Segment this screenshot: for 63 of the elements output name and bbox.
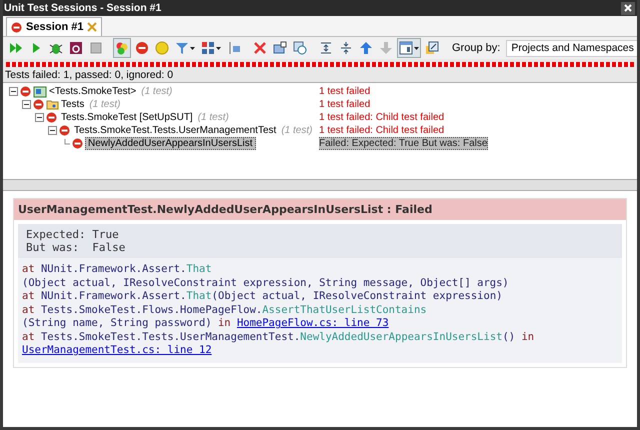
collapse-all-icon (339, 41, 353, 55)
group-by-dropdown[interactable]: Projects and Namespaces (506, 40, 637, 56)
stack-trace-line: at Tests.SmokeTest.Tests.UserManagementTest.NewlyAddedUserAppearsInUsersList() in (22, 330, 536, 344)
collapse-icon[interactable] (9, 87, 18, 96)
failed-icon (59, 125, 70, 136)
status-dots-icon (115, 41, 129, 55)
session-tab[interactable]: Session #1 (6, 17, 102, 36)
run-all-icon (9, 41, 23, 55)
stack-trace-line: at NUnit.Framework.Assert.That(Object actual, IResolveConstraint expression) (22, 290, 504, 304)
caret-icon (414, 46, 419, 50)
failure-message: Expected: True But was: False (18, 224, 622, 258)
test-name[interactable]: <Tests.SmokeTest> (47, 86, 138, 97)
test-result: 1 test failed: Child test failed (319, 125, 444, 136)
test-name[interactable]: NewlyAddedUserAppearsInUsersList (85, 137, 256, 150)
test-count: (1 test) (89, 99, 120, 110)
test-count: (1 test) (281, 125, 312, 136)
test-result: Failed: Expected: True But was: False (319, 137, 488, 150)
test-count: (1 test) (198, 112, 229, 123)
grid-icon (201, 41, 215, 55)
source-link[interactable]: UserManagementTest.cs: line 12 (22, 344, 212, 356)
stack-trace-line: at Tests.SmokeTest.Flows.HomePageFlow.AssertThatUserListContains (22, 304, 428, 317)
stack-trace-line: (String name, String password) in HomePageFlow.cs: line 73 (22, 317, 390, 330)
stack-trace-line: (Object actual, IResolveConstraint expression, String message, Object[] args) (22, 276, 510, 290)
status-icon (11, 22, 22, 32)
delete-icon (253, 41, 267, 55)
caret-icon (190, 46, 195, 50)
details-title: UserManagementTest.NewlyAddedUserAppearsInUsersList : Failed (14, 199, 626, 220)
collapse-icon[interactable] (48, 126, 57, 135)
bug-icon (49, 41, 63, 55)
status-text: Tests failed: 1, passed: 0, ignored: 0 (4, 69, 174, 82)
group-by-label: Group by: (452, 42, 500, 54)
caret-icon (216, 46, 221, 50)
failed-icon (33, 99, 44, 110)
failed-icon (72, 138, 83, 149)
filter-icon (175, 41, 189, 55)
test-count: (1 test) (141, 86, 172, 97)
stop-icon (89, 41, 103, 55)
window-title: Unit Test Sessions - Session #1 (4, 2, 162, 14)
test-result: 1 test failed (319, 86, 370, 97)
collapse-icon[interactable] (35, 113, 44, 122)
expand-all-icon (319, 41, 333, 55)
close-button[interactable] (621, 2, 635, 14)
stack-trace-line: at NUnit.Framework.Assert.That (22, 263, 213, 276)
test-name[interactable]: Tests (59, 99, 86, 110)
toolbar-button[interactable] (397, 38, 421, 58)
folder-icon (46, 99, 59, 110)
export-icon (273, 41, 287, 55)
popout-icon (425, 41, 439, 55)
project-icon (33, 86, 47, 98)
test-result: 1 test failed (319, 99, 370, 110)
collapse-icon[interactable] (22, 100, 31, 109)
down-arrow-icon (379, 41, 393, 55)
test-name[interactable]: Tests.SmokeTest [SetUpSUT] (59, 112, 195, 123)
profiler-icon (69, 41, 83, 55)
test-result: 1 test failed: Child test failed (319, 112, 444, 123)
test-name[interactable]: Tests.SmokeTest.Tests.UserManagementTest (72, 125, 278, 136)
failed-filter-icon (135, 41, 149, 55)
layout-icon (399, 41, 413, 55)
failed-icon (46, 112, 57, 123)
failed-icon (20, 86, 31, 97)
ignored-filter-icon (155, 41, 169, 55)
source-link[interactable]: HomePageFlow.cs: line 73 (236, 317, 389, 329)
up-arrow-icon (359, 41, 373, 55)
